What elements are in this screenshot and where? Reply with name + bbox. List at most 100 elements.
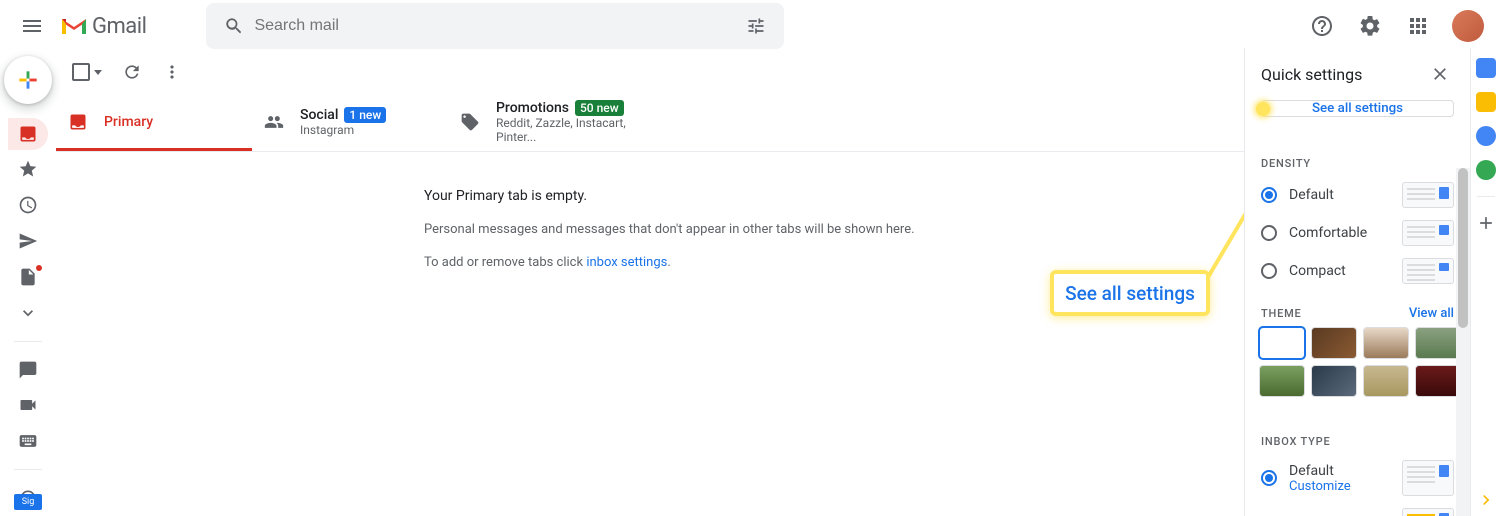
new-count-badge: 1 new bbox=[344, 107, 386, 123]
theme-section-title: THEME bbox=[1261, 307, 1302, 320]
tab-social[interactable]: Social 1 new Instagram bbox=[252, 96, 448, 151]
see-all-settings-label: See all settings bbox=[1312, 101, 1403, 116]
apps-button[interactable] bbox=[1398, 6, 1438, 46]
account-avatar[interactable] bbox=[1452, 10, 1484, 42]
density-preview-icon bbox=[1402, 182, 1454, 208]
sidebar-item-sent[interactable] bbox=[8, 225, 48, 257]
see-all-settings-button[interactable]: See all settings bbox=[1261, 100, 1454, 117]
inbox-type-option-default[interactable]: Default Customize bbox=[1245, 454, 1470, 502]
tune-icon bbox=[746, 16, 766, 36]
more-actions-button[interactable] bbox=[162, 62, 182, 82]
hamburger-menu-button[interactable] bbox=[8, 2, 56, 50]
callout-anchor-icon bbox=[1256, 102, 1270, 116]
addon-tasks-button[interactable] bbox=[1476, 126, 1496, 146]
inbox-type-option-important[interactable]: Important first bbox=[1245, 502, 1470, 516]
sidebar-item-inbox[interactable] bbox=[8, 118, 48, 150]
close-panel-button[interactable] bbox=[1430, 62, 1454, 86]
category-tabs: Primary Social 1 new Instagram Promotion… bbox=[56, 96, 1244, 152]
theme-swatch[interactable] bbox=[1259, 365, 1305, 397]
keyboard-icon bbox=[18, 431, 38, 451]
addon-get-addons-button[interactable] bbox=[1476, 213, 1496, 233]
gmail-logo[interactable]: Gmail bbox=[60, 14, 146, 39]
radio-icon bbox=[1261, 187, 1277, 203]
topbar-actions bbox=[1302, 6, 1492, 46]
addon-calendar-button[interactable] bbox=[1476, 58, 1496, 78]
empty-cta-prefix: To add or remove tabs click bbox=[424, 255, 586, 270]
sidebar-more-button[interactable] bbox=[8, 297, 48, 329]
theme-view-all-button[interactable]: View all bbox=[1409, 306, 1454, 321]
addon-contacts-button[interactable] bbox=[1476, 160, 1496, 180]
rail-separator-2 bbox=[14, 469, 42, 470]
theme-swatch[interactable] bbox=[1415, 365, 1461, 397]
inbox-preview-icon bbox=[1402, 508, 1454, 516]
addon-divider bbox=[1477, 196, 1495, 197]
new-count-badge: 50 new bbox=[575, 100, 624, 116]
gmail-wordmark: Gmail bbox=[92, 14, 146, 39]
density-option-label: Compact bbox=[1289, 263, 1390, 279]
chevron-right-icon bbox=[1476, 490, 1496, 510]
plus-multicolor-icon bbox=[15, 67, 41, 93]
search-input[interactable] bbox=[254, 17, 736, 35]
panel-scrollbar[interactable] bbox=[1456, 168, 1470, 516]
compose-button[interactable] bbox=[4, 56, 52, 104]
tab-subtext: Instagram bbox=[300, 123, 386, 137]
inbox-settings-link[interactable]: inbox settings bbox=[586, 255, 667, 270]
video-icon bbox=[18, 395, 38, 415]
sent-icon bbox=[18, 231, 38, 251]
theme-swatch[interactable] bbox=[1363, 365, 1409, 397]
checkbox-icon bbox=[72, 63, 90, 81]
more-vert-icon bbox=[162, 62, 182, 82]
drafts-icon bbox=[18, 267, 38, 287]
settings-button[interactable] bbox=[1350, 6, 1390, 46]
inbox-icon bbox=[18, 124, 38, 144]
quick-settings-title: Quick settings bbox=[1261, 65, 1362, 84]
density-preview-icon bbox=[1402, 220, 1454, 246]
customize-link[interactable]: Customize bbox=[1289, 479, 1390, 494]
radio-icon bbox=[1261, 225, 1277, 241]
tab-primary[interactable]: Primary bbox=[56, 96, 252, 151]
callout-label: See all settings bbox=[1065, 282, 1195, 305]
quick-settings-panel: Quick settings See all settings DENSITY … bbox=[1244, 48, 1470, 516]
empty-cta-suffix: . bbox=[667, 255, 670, 270]
sidebar-item-snoozed[interactable] bbox=[8, 189, 48, 221]
hamburger-icon bbox=[20, 14, 44, 38]
search-bar[interactable] bbox=[206, 3, 784, 49]
empty-subline: Personal messages and messages that don'… bbox=[424, 222, 1244, 237]
plus-icon bbox=[1476, 213, 1496, 233]
select-all-checkbox[interactable] bbox=[66, 63, 102, 81]
rail-separator bbox=[14, 341, 42, 342]
notification-dot-icon bbox=[36, 265, 42, 271]
chevron-down-icon bbox=[18, 303, 38, 323]
sidebar-chat-button[interactable] bbox=[8, 354, 48, 386]
support-button[interactable] bbox=[1302, 6, 1342, 46]
star-icon bbox=[18, 159, 38, 179]
signed-in-badge[interactable]: Sig bbox=[14, 494, 42, 510]
density-option-default[interactable]: Default bbox=[1245, 176, 1470, 214]
theme-swatch[interactable] bbox=[1415, 327, 1461, 359]
people-icon bbox=[264, 112, 284, 132]
inbox-preview-icon bbox=[1402, 460, 1454, 496]
theme-grid bbox=[1245, 321, 1470, 407]
tab-label: Social bbox=[300, 107, 338, 123]
close-icon bbox=[1430, 64, 1450, 84]
list-toolbar bbox=[56, 48, 1244, 96]
sidebar-meet-button[interactable] bbox=[8, 390, 48, 422]
density-option-comfortable[interactable]: Comfortable bbox=[1245, 214, 1470, 252]
tab-promotions[interactable]: Promotions 50 new Reddit, Zazzle, Instac… bbox=[448, 96, 644, 151]
theme-swatch[interactable] bbox=[1363, 327, 1409, 359]
sidebar-item-drafts[interactable] bbox=[8, 261, 48, 293]
sidebar-item-starred[interactable] bbox=[8, 154, 48, 186]
inbox-type-section-title: INBOX TYPE bbox=[1245, 423, 1470, 454]
radio-icon bbox=[1261, 470, 1277, 486]
addon-collapse-button[interactable] bbox=[1476, 490, 1496, 510]
theme-swatch[interactable] bbox=[1311, 365, 1357, 397]
search-icon bbox=[214, 16, 254, 36]
refresh-button[interactable] bbox=[122, 62, 142, 82]
addon-keep-button[interactable] bbox=[1476, 92, 1496, 112]
theme-swatch[interactable] bbox=[1311, 327, 1357, 359]
theme-swatch[interactable] bbox=[1259, 327, 1305, 359]
density-option-compact[interactable]: Compact bbox=[1245, 252, 1470, 290]
sidebar-keyboard-button[interactable] bbox=[8, 425, 48, 457]
search-options-button[interactable] bbox=[736, 16, 776, 36]
radio-icon bbox=[1261, 263, 1277, 279]
